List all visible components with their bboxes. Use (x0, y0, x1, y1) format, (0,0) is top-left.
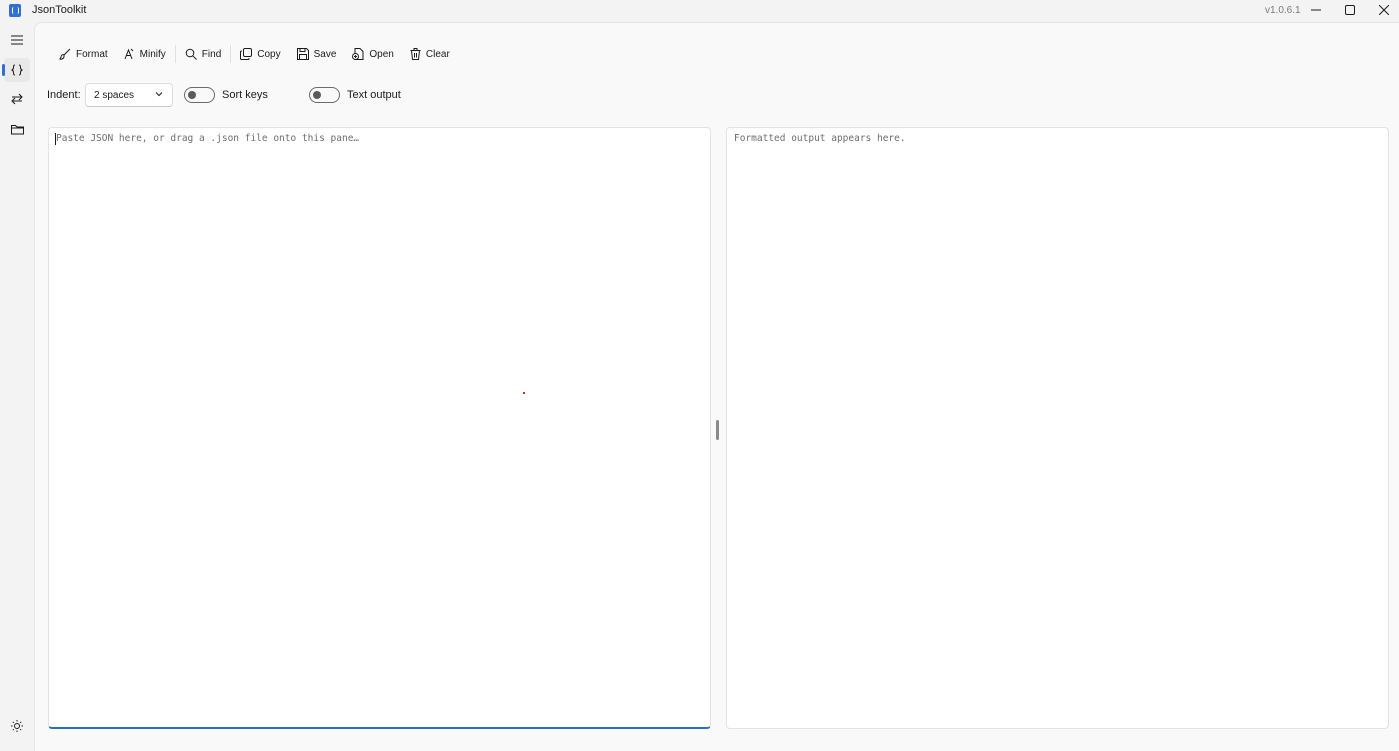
version-label: v1.0.6.1 (1265, 5, 1301, 16)
window-title: JsonToolkit (32, 4, 87, 16)
swap-arrows-icon (11, 93, 23, 105)
copy-button[interactable]: Copy (236, 42, 284, 66)
main-content: Format Minify Find Copy Save Open Clear (34, 22, 1399, 751)
find-button[interactable]: Find (181, 42, 225, 66)
open-label: Open (369, 48, 394, 60)
close-button[interactable] (1367, 0, 1399, 20)
navigation-sidebar (0, 22, 34, 751)
copy-icon (240, 48, 253, 60)
json-input-editor[interactable]: Paste JSON here, or drag a .json file on… (48, 127, 711, 729)
clear-label: Clear (425, 48, 450, 60)
text-output-toggle[interactable] (309, 87, 340, 103)
indent-label: Indent: (47, 89, 81, 101)
title-bar: JsonToolkit v1.0.6.1 (0, 0, 1399, 22)
toolbar: Format Minify Find Copy Save Open Clear (55, 42, 454, 66)
minify-icon (124, 48, 134, 60)
braces-icon (11, 64, 23, 76)
app-logo-icon (9, 4, 21, 17)
hamburger-menu-button[interactable] (4, 28, 30, 52)
maximize-button[interactable] (1333, 0, 1367, 20)
theme-toggle-button[interactable] (4, 714, 30, 738)
minify-label: Minify (139, 48, 166, 60)
close-icon (1379, 5, 1389, 15)
maximize-icon (1345, 5, 1355, 15)
nav-item-formatter[interactable] (2, 58, 30, 82)
minimize-button[interactable] (1299, 0, 1333, 20)
pane-splitter-handle[interactable] (716, 420, 719, 440)
find-label: Find (201, 48, 222, 60)
format-button[interactable]: Format (55, 42, 112, 66)
folder-icon (10, 124, 24, 134)
formatted-output-pane[interactable]: Formatted output appears here. (726, 127, 1389, 729)
toolbar-separator (174, 45, 176, 63)
output-placeholder: Formatted output appears here. (734, 133, 906, 144)
hamburger-menu-icon (11, 35, 23, 45)
trash-icon (410, 48, 421, 60)
nav-item-files[interactable] (4, 117, 30, 141)
input-placeholder: Paste JSON here, or drag a .json file on… (56, 133, 360, 144)
chevron-down-icon (155, 92, 163, 97)
copy-label: Copy (257, 48, 281, 60)
nav-item-convert[interactable] (4, 87, 30, 111)
toolbar-separator (230, 45, 232, 63)
open-button[interactable]: Open (348, 42, 397, 66)
open-file-icon (352, 48, 364, 60)
search-icon (185, 48, 197, 60)
save-label: Save (313, 48, 337, 60)
save-button[interactable]: Save (293, 42, 341, 66)
text-output-label: Text output (347, 89, 401, 101)
indent-select[interactable]: 2 spaces (85, 83, 173, 107)
cursor-marker (523, 392, 525, 394)
minify-button[interactable]: Minify (120, 42, 170, 66)
indent-value: 2 spaces (94, 90, 135, 101)
sort-keys-label: Sort keys (222, 89, 268, 101)
clear-button[interactable]: Clear (406, 42, 454, 66)
format-label: Format (76, 48, 108, 60)
sort-keys-toggle[interactable] (184, 87, 215, 103)
save-icon (296, 48, 309, 60)
theme-sun-icon (11, 720, 23, 732)
brush-icon (59, 48, 71, 60)
minimize-icon (1311, 9, 1321, 11)
options-bar: Indent: 2 spaces Sort keys Text output (47, 83, 747, 107)
